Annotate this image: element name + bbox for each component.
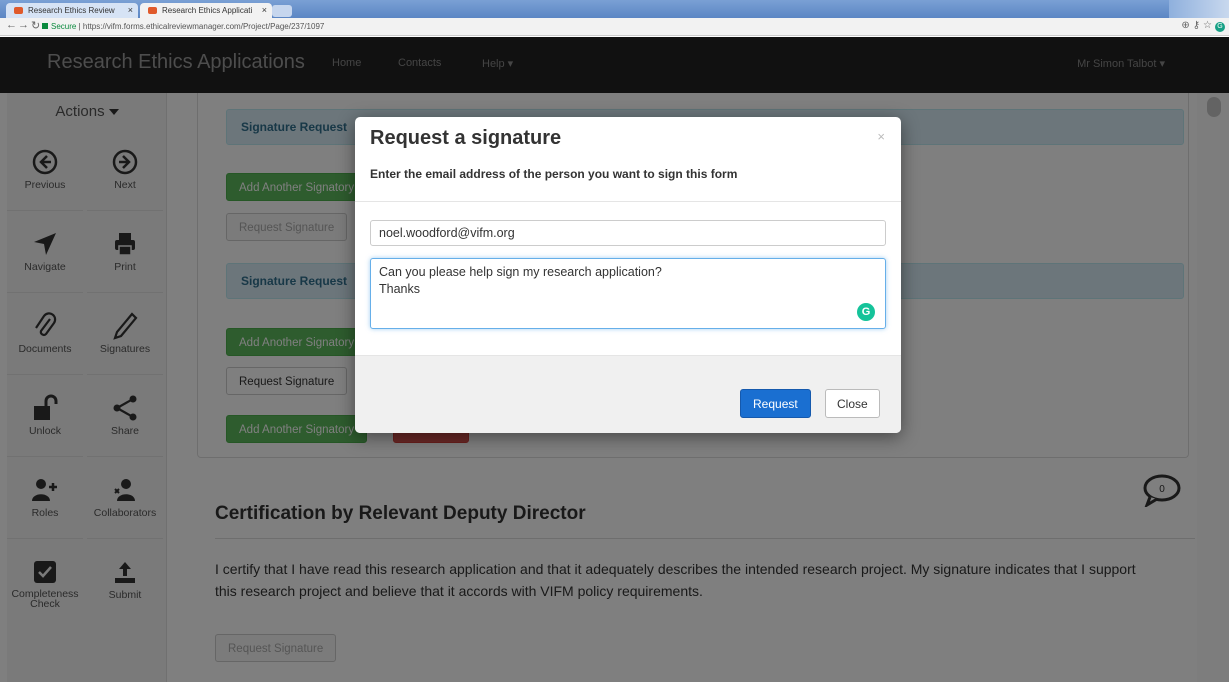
browser-tab[interactable]: Research Ethics Review × <box>6 3 138 18</box>
grammarly-extension-icon[interactable]: G <box>1215 22 1225 32</box>
message-textarea[interactable]: Can you please help sign my research app… <box>370 258 886 329</box>
lock-icon <box>42 23 48 29</box>
new-tab-button[interactable] <box>272 5 292 17</box>
modal-header: Request a signature Enter the email addr… <box>355 117 901 202</box>
browser-tab-bar: Research Ethics Review × Research Ethics… <box>0 0 1229 18</box>
favicon-icon <box>14 7 23 14</box>
close-icon[interactable]: × <box>877 129 885 144</box>
favicon-icon <box>148 7 157 14</box>
reload-icon[interactable]: ↻ <box>31 19 40 32</box>
close-button[interactable]: Close <box>825 389 880 418</box>
window-controls[interactable] <box>1169 0 1229 18</box>
forward-arrow-icon[interactable]: → <box>18 19 29 31</box>
modal-subtitle: Enter the email address of the person yo… <box>370 167 738 181</box>
request-button[interactable]: Request <box>740 389 811 418</box>
address-bar: ← → ↻ Secure | https://vifm.forms.ethica… <box>0 18 1229 36</box>
back-arrow-icon[interactable]: ← <box>6 19 17 31</box>
grammarly-icon[interactable]: G <box>857 303 875 321</box>
email-field[interactable] <box>370 220 886 246</box>
request-signature-modal: Request a signature Enter the email addr… <box>355 117 901 433</box>
zoom-icon[interactable]: ⊕ <box>1181 20 1192 31</box>
browser-tab-active[interactable]: Research Ethics Applicati × <box>140 3 272 18</box>
key-icon[interactable]: ⚷ <box>1193 20 1203 31</box>
modal-footer <box>355 355 901 433</box>
browser-actions: ⊕⚷☆ G <box>1181 20 1225 32</box>
star-icon[interactable]: ☆ <box>1203 20 1215 31</box>
url-field[interactable]: Secure | https://vifm.forms.ethicalrevie… <box>42 20 324 34</box>
modal-title: Request a signature <box>370 127 562 149</box>
close-tab-icon[interactable]: × <box>262 3 267 18</box>
close-tab-icon[interactable]: × <box>128 3 133 18</box>
